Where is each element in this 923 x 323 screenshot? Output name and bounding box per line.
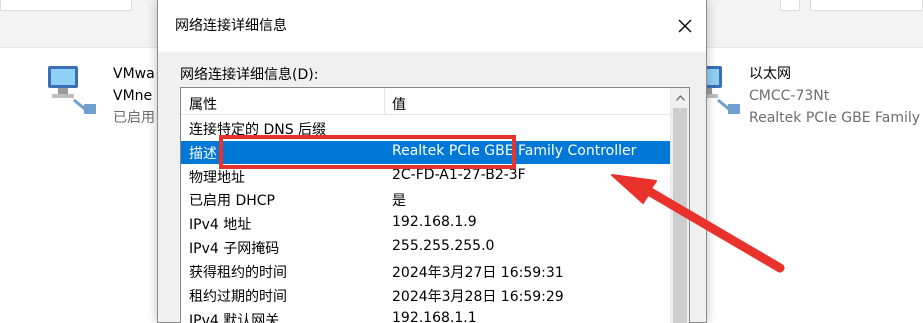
property-cell: 描述 [189,146,217,162]
value-cell: 是 [392,193,406,209]
value-cell: 2024年3月28日 16:59:29 [392,289,564,305]
toolbar-button[interactable] [780,0,800,11]
table-row-selected[interactable]: 描述 Realtek PCIe GBE Family Controller [181,141,671,164]
scroll-up-button[interactable] [671,88,689,107]
property-cell: IPv4 地址 [189,217,252,233]
adapter-device: Realtek PCIe GBE Family [749,110,921,126]
property-cell: 已启用 DHCP [189,193,275,209]
property-cell: 租约过期的时间 [189,289,287,305]
close-icon [678,19,692,33]
value-cell: 192.168.1.9 [392,214,477,230]
column-header-property[interactable]: 属性 [189,94,217,114]
adapter-status: 已启用 [113,110,155,126]
vertical-scrollbar[interactable] [670,88,689,323]
column-header-value[interactable]: 值 [392,94,406,114]
table-row[interactable]: IPv4 子网掩码 255.255.255.0 [181,236,671,259]
scroll-thumb[interactable] [673,108,687,323]
adapter-vmware[interactable]: VMwa VMne 已启用 [46,60,156,130]
toolbar-button[interactable] [810,0,923,11]
property-cell: 连接特定的 DNS 后缀 [189,122,327,138]
dialog-title: 网络连接详细信息 [175,18,287,34]
property-cell: 获得租约的时间 [189,265,287,281]
table-row[interactable]: 获得租约的时间 2024年3月27日 16:59:31 [181,260,671,283]
adapter-name: 以太网 [749,66,791,82]
details-list[interactable]: 属性 值 连接特定的 DNS 后缀 描述 Realtek PCIe GBE Fa… [180,87,690,323]
toolbar-button[interactable] [0,0,132,11]
table-row[interactable]: 租约过期的时间 2024年3月28日 16:59:29 [181,284,671,307]
network-adapter-icon [48,66,96,114]
property-cell: IPv4 子网掩码 [189,241,280,257]
property-cell: IPv4 默认网关 [189,313,280,323]
value-cell: 192.168.1.1 [392,310,477,323]
table-row[interactable]: IPv4 地址 192.168.1.9 [181,212,671,235]
close-button[interactable] [670,12,700,40]
table-row[interactable]: 已启用 DHCP 是 [181,188,671,211]
adapter-name: VMwa [113,66,155,82]
table-row[interactable]: 物理地址 2C-FD-A1-27-B2-3F [181,165,671,188]
table-row[interactable]: 连接特定的 DNS 后缀 [181,117,671,140]
list-header: 属性 值 [181,88,671,115]
value-cell: 2C-FD-A1-27-B2-3F [392,167,526,183]
chevron-up-icon [676,94,685,101]
column-divider[interactable] [384,88,385,115]
adapter-network: CMCC-73Nt [749,88,830,104]
details-label: 网络连接详细信息(D): [180,67,319,83]
adapter-network: VMne [113,88,153,104]
table-row[interactable]: IPv4 默认网关 192.168.1.1 [181,308,671,323]
network-details-dialog: 网络连接详细信息 网络连接详细信息(D): 属性 值 连接特定的 DNS 后缀 … [157,0,707,323]
dialog-titlebar[interactable]: 网络连接详细信息 [158,0,706,52]
value-cell: 2024年3月27日 16:59:31 [392,265,564,281]
value-cell: Realtek PCIe GBE Family Controller [392,143,637,159]
adapter-ethernet[interactable]: 以太网 CMCC-73Nt Realtek PCIe GBE Family [690,60,923,130]
property-cell: 物理地址 [189,170,245,186]
value-cell: 255.255.255.0 [392,238,495,254]
